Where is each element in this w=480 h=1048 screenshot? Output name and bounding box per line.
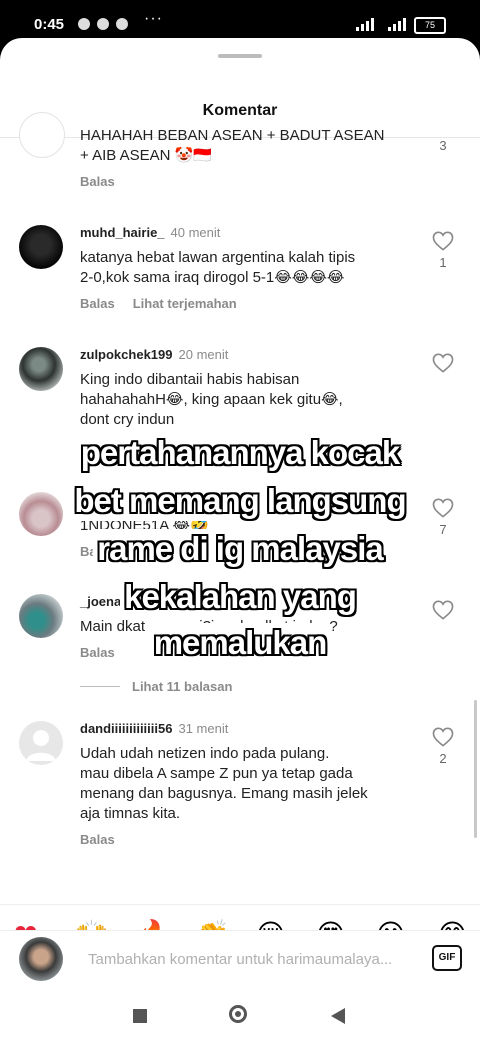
reply-button[interactable]: Balas: [80, 174, 115, 189]
default-avatar-icon: [26, 730, 56, 761]
reply-button[interactable]: Balas: [80, 296, 115, 311]
like-area: [431, 353, 455, 373]
caption-line-4: kekalahan yang: [0, 577, 480, 617]
comment-text: Udah udah netizen indo pada pulang. mau …: [80, 745, 368, 822]
avatar[interactable]: [19, 721, 63, 765]
like-count: 2: [439, 751, 447, 766]
comment-text: HAHAHAH BEBAN ASEAN + BADUT ASEAN + AIB …: [80, 127, 385, 164]
username[interactable]: muhd_hairie_: [80, 225, 165, 240]
signal-icon: [356, 18, 374, 31]
username[interactable]: zulpokchek199: [80, 347, 173, 362]
battery-icon: 75: [414, 17, 446, 34]
comment-body: zulpokchek199 20 menit King indo dibantai…: [80, 347, 420, 430]
comment-actions: Balas Lihat terjemahan: [80, 296, 420, 311]
comment-meta: zulpokchek199 20 menit: [80, 347, 420, 362]
heart-outline-icon[interactable]: [432, 353, 454, 373]
comment-time: 20 menit: [178, 347, 229, 362]
heart-outline-icon[interactable]: [432, 231, 454, 251]
caption-line-3: rame di ig malaysia: [0, 529, 480, 569]
comment-time: 40 menit: [170, 225, 221, 240]
like-count: 1: [439, 255, 447, 270]
like-area: 1: [431, 231, 455, 270]
like-area: 2: [431, 727, 455, 766]
comment-text: King indo dibantaii habis habisan hahaha…: [80, 371, 343, 428]
reply-button[interactable]: Balas: [80, 832, 115, 847]
translate-button[interactable]: Lihat terjemahan: [133, 296, 237, 311]
gif-button[interactable]: GIF: [432, 945, 462, 971]
like-count: 3: [439, 138, 447, 153]
view-replies-button[interactable]: Lihat 11 balasan: [80, 679, 232, 694]
my-avatar: [19, 937, 63, 981]
drag-handle[interactable]: [218, 54, 262, 58]
caption-line-2: bet memang langsung: [0, 481, 480, 521]
comment-time: 31 menit: [178, 721, 229, 736]
comment-body: HAHAHAH BEBAN ASEAN + BADUT ASEAN + AIB …: [80, 126, 420, 189]
view-replies-label: Lihat 11 balasan: [132, 679, 233, 694]
comment-input[interactable]: [86, 943, 420, 975]
caption-line-1: pertahanannya kocak: [0, 433, 480, 473]
replies-line: [80, 686, 120, 687]
avatar[interactable]: [19, 225, 63, 269]
back-icon[interactable]: [331, 1008, 345, 1024]
status-time: 0:45: [34, 16, 65, 33]
comment-text: katanya hebat lawan argentina kalah tipi…: [80, 249, 356, 286]
comment-meta: dandiiiiiiiiiiiii56 31 menit: [80, 721, 420, 736]
signal-icon-2: [388, 18, 406, 31]
recents-icon[interactable]: [133, 1009, 147, 1023]
avatar[interactable]: [19, 112, 65, 158]
home-icon[interactable]: [229, 1005, 247, 1023]
heart-outline-icon[interactable]: [432, 727, 454, 747]
comment-actions: Balas: [80, 832, 420, 847]
caption-line-5: memalukan: [0, 623, 480, 663]
like-area: 3: [431, 134, 455, 153]
navigation-bar: [0, 984, 480, 1048]
comment-meta: muhd_hairie_ 40 menit: [80, 225, 420, 240]
comment-input-bar: GIF: [0, 930, 480, 985]
comment-body: muhd_hairie_ 40 menit katanya hebat lawan…: [80, 225, 420, 311]
comment-body: dandiiiiiiiiiiiii56 31 menit Udah udah ne…: [80, 721, 420, 847]
notification-icons: [78, 18, 128, 30]
scrollbar[interactable]: [474, 700, 477, 838]
username[interactable]: dandiiiiiiiiiiiii56: [80, 721, 172, 736]
avatar[interactable]: [19, 347, 63, 391]
status-more: ···: [144, 10, 163, 27]
sheet-title: Komentar: [202, 102, 278, 119]
comment-actions: Balas: [80, 174, 420, 189]
